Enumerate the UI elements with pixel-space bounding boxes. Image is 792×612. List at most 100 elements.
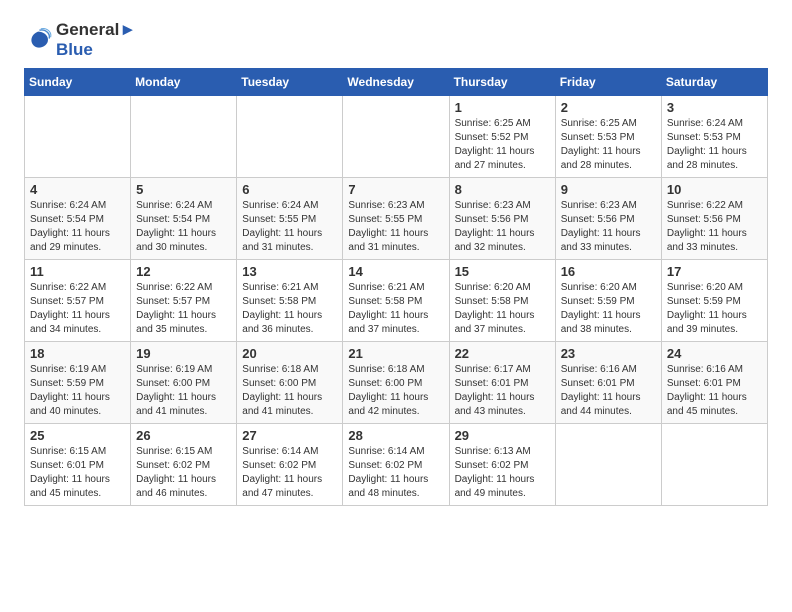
day-number: 17 — [667, 264, 762, 279]
calendar-cell — [25, 96, 131, 178]
day-info: Sunrise: 6:14 AM Sunset: 6:02 PM Dayligh… — [242, 445, 337, 501]
weekday-header-saturday: Saturday — [661, 69, 767, 96]
day-info: Sunrise: 6:21 AM Sunset: 5:58 PM Dayligh… — [348, 281, 443, 337]
calendar-cell — [343, 96, 449, 178]
calendar-cell: 27 Sunrise: 6:14 AM Sunset: 6:02 PM Dayli… — [237, 424, 343, 506]
calendar-cell: 12 Sunrise: 6:22 AM Sunset: 5:57 PM Dayli… — [131, 260, 237, 342]
day-info: Sunrise: 6:24 AM Sunset: 5:55 PM Dayligh… — [242, 199, 337, 255]
calendar-cell: 18 Sunrise: 6:19 AM Sunset: 5:59 PM Dayli… — [25, 342, 131, 424]
day-info: Sunrise: 6:25 AM Sunset: 5:52 PM Dayligh… — [455, 117, 550, 173]
day-number: 12 — [136, 264, 231, 279]
calendar-cell: 3 Sunrise: 6:24 AM Sunset: 5:53 PM Daylig… — [661, 96, 767, 178]
weekday-header-friday: Friday — [555, 69, 661, 96]
calendar-cell: 7 Sunrise: 6:23 AM Sunset: 5:55 PM Daylig… — [343, 178, 449, 260]
day-info: Sunrise: 6:23 AM Sunset: 5:56 PM Dayligh… — [455, 199, 550, 255]
day-info: Sunrise: 6:15 AM Sunset: 6:01 PM Dayligh… — [30, 445, 125, 501]
calendar-cell — [131, 96, 237, 178]
calendar-cell: 25 Sunrise: 6:15 AM Sunset: 6:01 PM Dayli… — [25, 424, 131, 506]
day-number: 25 — [30, 428, 125, 443]
calendar-table: SundayMondayTuesdayWednesdayThursdayFrid… — [24, 68, 768, 506]
day-info: Sunrise: 6:21 AM Sunset: 5:58 PM Dayligh… — [242, 281, 337, 337]
calendar-cell: 10Sunrise: 6:22 AM Sunset: 5:56 PM Dayli… — [661, 178, 767, 260]
calendar-cell — [237, 96, 343, 178]
day-info: Sunrise: 6:24 AM Sunset: 5:53 PM Dayligh… — [667, 117, 762, 173]
logo-icon — [24, 26, 52, 54]
calendar-cell: 8 Sunrise: 6:23 AM Sunset: 5:56 PM Daylig… — [449, 178, 555, 260]
calendar-cell: 15Sunrise: 6:20 AM Sunset: 5:58 PM Dayli… — [449, 260, 555, 342]
day-number: 26 — [136, 428, 231, 443]
day-info: Sunrise: 6:22 AM Sunset: 5:56 PM Dayligh… — [667, 199, 762, 255]
calendar-cell — [555, 424, 661, 506]
day-info: Sunrise: 6:19 AM Sunset: 6:00 PM Dayligh… — [136, 363, 231, 419]
calendar-cell: 23 Sunrise: 6:16 AM Sunset: 6:01 PM Dayli… — [555, 342, 661, 424]
day-info: Sunrise: 6:16 AM Sunset: 6:01 PM Dayligh… — [561, 363, 656, 419]
logo-text: General► Blue — [56, 20, 136, 60]
day-info: Sunrise: 6:15 AM Sunset: 6:02 PM Dayligh… — [136, 445, 231, 501]
day-info: Sunrise: 6:24 AM Sunset: 5:54 PM Dayligh… — [30, 199, 125, 255]
calendar-cell: 11Sunrise: 6:22 AM Sunset: 5:57 PM Dayli… — [25, 260, 131, 342]
calendar-cell: 29 Sunrise: 6:13 AM Sunset: 6:02 PM Dayli… — [449, 424, 555, 506]
day-info: Sunrise: 6:24 AM Sunset: 5:54 PM Dayligh… — [136, 199, 231, 255]
calendar-cell: 21 Sunrise: 6:18 AM Sunset: 6:00 PM Dayli… — [343, 342, 449, 424]
day-number: 29 — [455, 428, 550, 443]
calendar-cell: 2 Sunrise: 6:25 AM Sunset: 5:53 PM Daylig… — [555, 96, 661, 178]
day-number: 14 — [348, 264, 443, 279]
day-number: 18 — [30, 346, 125, 361]
day-number: 9 — [561, 182, 656, 197]
day-info: Sunrise: 6:16 AM Sunset: 6:01 PM Dayligh… — [667, 363, 762, 419]
calendar-cell — [661, 424, 767, 506]
day-number: 7 — [348, 182, 443, 197]
day-number: 2 — [561, 100, 656, 115]
day-info: Sunrise: 6:18 AM Sunset: 6:00 PM Dayligh… — [242, 363, 337, 419]
day-number: 11 — [30, 264, 125, 279]
day-number: 8 — [455, 182, 550, 197]
weekday-header-wednesday: Wednesday — [343, 69, 449, 96]
day-info: Sunrise: 6:19 AM Sunset: 5:59 PM Dayligh… — [30, 363, 125, 419]
day-info: Sunrise: 6:20 AM Sunset: 5:59 PM Dayligh… — [561, 281, 656, 337]
page-header: General► Blue — [24, 20, 768, 60]
day-number: 16 — [561, 264, 656, 279]
weekday-header-tuesday: Tuesday — [237, 69, 343, 96]
weekday-header-thursday: Thursday — [449, 69, 555, 96]
day-info: Sunrise: 6:17 AM Sunset: 6:01 PM Dayligh… — [455, 363, 550, 419]
day-number: 27 — [242, 428, 337, 443]
calendar-cell: 28 Sunrise: 6:14 AM Sunset: 6:02 PM Dayli… — [343, 424, 449, 506]
day-number: 5 — [136, 182, 231, 197]
calendar-cell: 26 Sunrise: 6:15 AM Sunset: 6:02 PM Dayli… — [131, 424, 237, 506]
calendar-cell: 13 Sunrise: 6:21 AM Sunset: 5:58 PM Dayli… — [237, 260, 343, 342]
day-info: Sunrise: 6:22 AM Sunset: 5:57 PM Dayligh… — [136, 281, 231, 337]
day-number: 6 — [242, 182, 337, 197]
day-info: Sunrise: 6:23 AM Sunset: 5:55 PM Dayligh… — [348, 199, 443, 255]
day-info: Sunrise: 6:14 AM Sunset: 6:02 PM Dayligh… — [348, 445, 443, 501]
day-number: 22 — [455, 346, 550, 361]
day-number: 21 — [348, 346, 443, 361]
day-info: Sunrise: 6:20 AM Sunset: 5:59 PM Dayligh… — [667, 281, 762, 337]
day-number: 13 — [242, 264, 337, 279]
calendar-cell: 6 Sunrise: 6:24 AM Sunset: 5:55 PM Daylig… — [237, 178, 343, 260]
weekday-header-sunday: Sunday — [25, 69, 131, 96]
day-number: 28 — [348, 428, 443, 443]
day-number: 23 — [561, 346, 656, 361]
calendar-cell: 9 Sunrise: 6:23 AM Sunset: 5:56 PM Daylig… — [555, 178, 661, 260]
day-number: 19 — [136, 346, 231, 361]
weekday-header-monday: Monday — [131, 69, 237, 96]
day-number: 3 — [667, 100, 762, 115]
calendar-cell: 1 Sunrise: 6:25 AM Sunset: 5:52 PM Daylig… — [449, 96, 555, 178]
day-number: 24 — [667, 346, 762, 361]
calendar-cell: 24 Sunrise: 6:16 AM Sunset: 6:01 PM Dayli… — [661, 342, 767, 424]
calendar-cell: 19 Sunrise: 6:19 AM Sunset: 6:00 PM Dayli… — [131, 342, 237, 424]
calendar-cell: 20 Sunrise: 6:18 AM Sunset: 6:00 PM Dayli… — [237, 342, 343, 424]
calendar-cell: 5 Sunrise: 6:24 AM Sunset: 5:54 PM Daylig… — [131, 178, 237, 260]
day-number: 20 — [242, 346, 337, 361]
logo: General► Blue — [24, 20, 136, 60]
calendar-cell: 4Sunrise: 6:24 AM Sunset: 5:54 PM Daylig… — [25, 178, 131, 260]
day-number: 15 — [455, 264, 550, 279]
day-info: Sunrise: 6:18 AM Sunset: 6:00 PM Dayligh… — [348, 363, 443, 419]
calendar-cell: 22 Sunrise: 6:17 AM Sunset: 6:01 PM Dayli… — [449, 342, 555, 424]
day-number: 1 — [455, 100, 550, 115]
day-info: Sunrise: 6:13 AM Sunset: 6:02 PM Dayligh… — [455, 445, 550, 501]
day-info: Sunrise: 6:25 AM Sunset: 5:53 PM Dayligh… — [561, 117, 656, 173]
calendar-cell: 17 Sunrise: 6:20 AM Sunset: 5:59 PM Dayli… — [661, 260, 767, 342]
calendar-cell: 16 Sunrise: 6:20 AM Sunset: 5:59 PM Dayli… — [555, 260, 661, 342]
day-info: Sunrise: 6:23 AM Sunset: 5:56 PM Dayligh… — [561, 199, 656, 255]
